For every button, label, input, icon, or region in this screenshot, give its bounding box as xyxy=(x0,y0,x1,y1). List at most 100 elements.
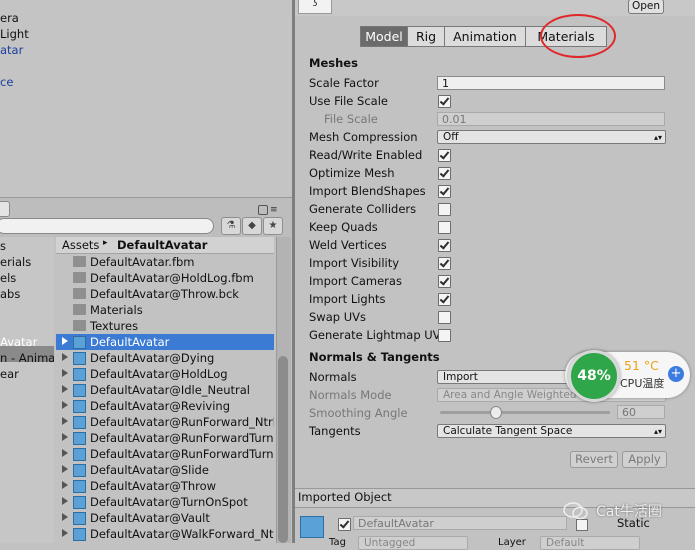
file-name: DefaultAvatar xyxy=(90,335,170,349)
object-active-checkbox[interactable] xyxy=(338,518,351,531)
project-tree-item[interactable]: ear xyxy=(0,367,54,381)
tab-rig[interactable]: Rig xyxy=(407,26,445,47)
expand-arrow-icon[interactable] xyxy=(62,385,68,393)
file-list-item[interactable]: DefaultAvatar@HoldLog.fbm xyxy=(56,270,274,286)
file-list-item[interactable]: DefaultAvatar@WalkForward_Ntr xyxy=(56,526,274,542)
static-checkbox[interactable] xyxy=(576,519,588,531)
file-list-item[interactable]: DefaultAvatar@Reviving xyxy=(56,398,274,414)
scrollbar-thumb[interactable] xyxy=(278,356,288,543)
expand-arrow-icon[interactable] xyxy=(62,433,68,441)
normals-label: Normals xyxy=(309,370,357,384)
expand-arrow-icon[interactable] xyxy=(62,417,68,425)
mesh-option-checkbox[interactable] xyxy=(438,275,451,288)
mesh-option-label: Import Cameras xyxy=(309,274,402,288)
expand-arrow-icon[interactable] xyxy=(62,465,68,473)
file-list-item[interactable]: DefaultAvatar@TurnOnSpot xyxy=(56,494,274,510)
expand-arrow-icon[interactable] xyxy=(62,369,68,377)
mesh-option-checkbox[interactable] xyxy=(438,257,451,270)
hierarchy-item[interactable]: era xyxy=(0,11,19,25)
project-tree-item[interactable]: s xyxy=(0,239,54,253)
file-list-item[interactable]: DefaultAvatar@Throw.bck xyxy=(56,286,274,302)
mesh-option-checkbox[interactable] xyxy=(438,293,451,306)
mesh-option-checkbox[interactable] xyxy=(438,185,451,198)
normals-mode-label: Normals Mode xyxy=(309,388,392,402)
cpu-widget-plus-icon[interactable]: + xyxy=(668,366,684,382)
tangents-dropdown[interactable]: Calculate Tangent Space ▴▾ xyxy=(437,424,666,438)
file-list-item[interactable]: DefaultAvatar@Throw xyxy=(56,478,274,494)
revert-button[interactable]: Revert xyxy=(570,451,618,468)
filter-label-icon[interactable]: ◆ xyxy=(242,217,262,235)
wechat-watermark-icon xyxy=(563,502,588,520)
file-list-item[interactable]: DefaultAvatar.fbm xyxy=(56,254,274,270)
file-list-item[interactable]: DefaultAvatar xyxy=(56,334,274,350)
apply-button[interactable]: Apply xyxy=(622,451,667,468)
panel-menu-icon[interactable]: ≡ xyxy=(270,205,278,215)
project-search-input[interactable] xyxy=(0,218,214,234)
cpu-temperature: 51 °C xyxy=(624,358,659,373)
expand-arrow-icon[interactable] xyxy=(62,513,68,521)
file-list-item[interactable]: DefaultAvatar@RunForwardTurn xyxy=(56,430,274,446)
use-file-scale-checkbox[interactable] xyxy=(438,95,451,108)
project-tab[interactable] xyxy=(0,201,10,217)
file-list-item[interactable]: DefaultAvatar@Vault xyxy=(56,510,274,526)
file-list-item[interactable]: DefaultAvatar@HoldLog xyxy=(56,366,274,382)
breadcrumb-root[interactable]: Assets xyxy=(62,238,99,252)
hierarchy-item[interactable]: ce xyxy=(0,75,13,89)
mesh-option-checkbox[interactable] xyxy=(438,221,451,234)
tab-model[interactable]: Model xyxy=(360,26,408,47)
file-list-item[interactable]: Materials xyxy=(56,302,274,318)
expand-arrow-icon[interactable] xyxy=(62,337,68,345)
hierarchy-item[interactable]: Light xyxy=(0,27,29,41)
hierarchy-panel xyxy=(0,0,292,197)
model-icon xyxy=(73,512,86,525)
breadcrumb-separator-icon: ▸ xyxy=(103,238,108,248)
scale-factor-label: Scale Factor xyxy=(309,76,379,90)
expand-arrow-icon[interactable] xyxy=(62,449,68,457)
mesh-option-checkbox[interactable] xyxy=(438,167,451,180)
model-icon xyxy=(73,352,86,365)
lock-icon[interactable] xyxy=(258,205,268,215)
model-icon xyxy=(73,432,86,445)
project-tree-item[interactable]: Avatar xyxy=(0,335,54,349)
tag-dropdown: Untagged xyxy=(358,536,468,550)
expand-arrow-icon[interactable] xyxy=(62,497,68,505)
tab-animation[interactable]: Animation xyxy=(444,26,526,47)
cpu-usage-ring[interactable]: 48% xyxy=(568,350,620,402)
file-name: DefaultAvatar@Slide xyxy=(90,463,209,477)
expand-arrow-icon[interactable] xyxy=(62,529,68,537)
mesh-option-checkbox[interactable] xyxy=(438,203,451,216)
project-tree-item[interactable]: n - Anima xyxy=(0,351,54,365)
file-name: DefaultAvatar@HoldLog xyxy=(90,367,228,381)
file-list-item[interactable]: DefaultAvatar@Slide xyxy=(56,462,274,478)
file-list-item[interactable]: DefaultAvatar@RunForward_Ntrl xyxy=(56,414,274,430)
expand-arrow-icon[interactable] xyxy=(62,481,68,489)
file-list-item[interactable]: DefaultAvatar@RunForwardTurn xyxy=(56,446,274,462)
file-name: DefaultAvatar@Dying xyxy=(90,351,215,365)
project-tree-item[interactable]: els xyxy=(0,271,54,285)
hierarchy-item[interactable]: atar xyxy=(0,43,23,57)
asset-preview-thumbnail: ʖ xyxy=(298,0,332,14)
open-button[interactable]: Open xyxy=(628,0,664,14)
mesh-option-label: Import BlendShapes xyxy=(309,184,426,198)
mesh-option-checkbox[interactable] xyxy=(438,311,451,324)
file-list-item[interactable]: DefaultAvatar@Dying xyxy=(56,350,274,366)
mesh-compression-dropdown[interactable]: Off ▴▾ xyxy=(437,130,666,144)
expand-arrow-icon[interactable] xyxy=(62,401,68,409)
mesh-option-checkbox[interactable] xyxy=(438,329,451,342)
scale-factor-input[interactable]: 1 xyxy=(437,76,665,90)
project-tree-item[interactable]: abs xyxy=(0,287,54,301)
file-name: DefaultAvatar@RunForwardTurn xyxy=(90,447,274,461)
mesh-option-checkbox[interactable] xyxy=(438,239,451,252)
file-list-item[interactable]: Textures xyxy=(56,318,274,334)
favorite-star-icon[interactable]: ★ xyxy=(263,217,283,235)
meshes-section-title: Meshes xyxy=(309,56,358,70)
project-tree-item[interactable]: erials xyxy=(0,255,54,269)
smoothing-angle-slider-handle xyxy=(490,406,503,419)
expand-arrow-icon[interactable] xyxy=(62,353,68,361)
mesh-option-checkbox[interactable] xyxy=(438,149,451,162)
filter-type-icon[interactable]: ⚗ xyxy=(221,217,241,235)
normals-value: Import xyxy=(443,371,478,383)
file-name: DefaultAvatar.fbm xyxy=(90,255,195,269)
file-list-item[interactable]: DefaultAvatar@Idle_Neutral xyxy=(56,382,274,398)
file-name: DefaultAvatar@TurnOnSpot xyxy=(90,495,248,509)
